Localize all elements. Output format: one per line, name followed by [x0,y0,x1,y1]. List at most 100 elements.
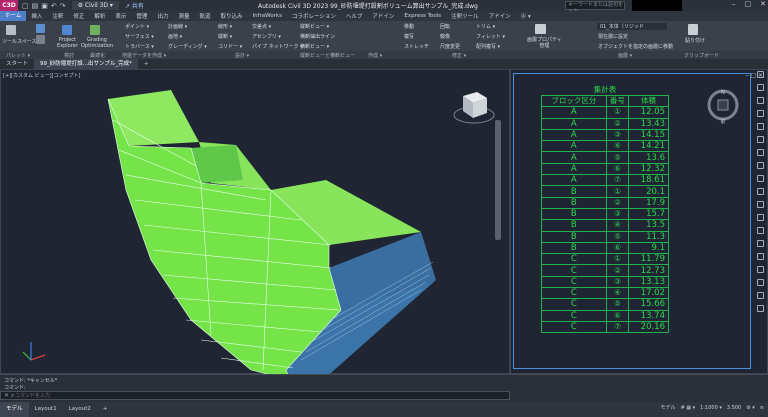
tab-output[interactable]: 出力 [152,12,173,20]
corridor-button[interactable]: コリドー ▾ [218,43,242,50]
tab-layout2[interactable]: Layout2 [63,402,97,417]
dimension-icon[interactable] [756,214,764,221]
tab-import[interactable]: 取り込み [215,12,247,20]
search-input[interactable]: キーワードまたは語句を入力 [565,1,625,15]
properties-icon[interactable] [756,149,764,156]
rotate-button[interactable]: 回転 [440,23,450,30]
snap-icon[interactable] [756,240,764,247]
orbit-icon[interactable] [756,110,764,117]
block-icon[interactable] [756,188,764,195]
workspace-selector[interactable]: ⚙ Civil 3D ▾ [71,1,119,10]
tab-help[interactable]: ヘルプ [341,12,368,20]
hatch-icon[interactable] [756,175,764,182]
tab-more[interactable]: Ⓐ ▾ [516,12,536,20]
surfaces-button[interactable]: サーフェス ▾ [125,33,154,40]
move-button[interactable]: 移動 [404,23,414,30]
draw-icon[interactable] [756,266,764,273]
erase-icon[interactable] [756,279,764,286]
tab-annotation-tools[interactable]: 注釈ツール [446,12,484,20]
full-nav-wheel-icon[interactable] [756,71,764,78]
new-tab-button[interactable]: + [138,59,155,69]
undo-icon[interactable]: ↶ [51,2,57,10]
parcel-button[interactable]: 画地 ▾ [168,33,182,40]
tab-view[interactable]: 表示 [110,12,131,20]
grading-button[interactable]: グレーディング ▾ [168,43,207,50]
layer-icon[interactable] [756,136,764,143]
tab-model[interactable]: モデル [0,402,29,417]
tab-addins-2[interactable]: アドイン [484,12,516,20]
project-explorer-button[interactable]: Project Explorer [57,37,78,49]
minimize-button[interactable]: – [732,0,736,8]
sample-lines-button[interactable]: 横断抽出ライン [300,33,335,40]
panel-layers[interactable]: 画層 ▾ [618,52,632,59]
left-viewport[interactable]: [+][カスタム ビュー][コンセプト] [0,69,510,375]
viewport-scrollbar[interactable] [495,120,501,240]
pan-icon[interactable] [756,84,764,91]
maximize-button[interactable]: □ [745,0,752,8]
points-button[interactable]: ポイント ▾ [125,23,149,30]
panel-create-design[interactable]: 設計 ▾ [235,52,249,59]
grid-toggle[interactable]: # ▦ ▾ [681,405,696,411]
command-input[interactable] [15,392,495,399]
copy-icon[interactable] [756,292,764,299]
elevation-value[interactable]: 3.500 [727,405,741,411]
panel-create-ground-data[interactable]: 地盤データを作成 ▾ [122,52,166,59]
settings-icon[interactable] [756,305,764,312]
copy-button[interactable]: 複写 [404,33,414,40]
array-button[interactable]: 配列複写 ▾ [476,43,500,50]
grid-icon[interactable] [756,253,764,260]
tab-layout1[interactable]: Layout1 [29,402,63,417]
tab-collaborate[interactable]: コラボレーション [287,12,341,20]
viewcube[interactable] [453,92,495,124]
settings-icon[interactable] [36,35,45,44]
panel-draw[interactable]: 作成 ▾ [368,52,382,59]
share-button[interactable]: ↗ 共有 [125,1,144,10]
set-current-layer-button[interactable]: 現在層に設定 [598,33,628,40]
paste-button[interactable]: 貼り付け [685,37,705,44]
profile-view-button[interactable]: 縦断ビュー ▾ [300,23,329,30]
stretch-button[interactable]: ストレッチ [404,43,429,50]
toolspace-button[interactable]: ツールスペース [2,38,36,45]
tab-insert[interactable]: 挿入 [26,12,47,20]
alignment-button[interactable]: 線形 ▾ [218,23,232,30]
tab-rail[interactable]: 軌道 [194,12,215,20]
open-folder-icon[interactable]: ▤ [32,2,39,10]
panel-palettes[interactable]: パレット ▾ [6,52,30,59]
save-icon[interactable]: ▣ [41,2,48,10]
customize-menu[interactable]: ≡ [760,405,764,411]
tab-express-tools[interactable]: Express Tools [399,13,446,19]
section-views-button[interactable]: 横断ビュー ▾ [300,43,329,50]
measure-icon[interactable] [756,162,764,169]
new-file-icon[interactable]: ▢ [22,2,29,10]
tab-survey[interactable]: 測量 [173,12,194,20]
layer-dropdown[interactable]: 01_本体（リジッド [597,23,667,30]
annotation-scale[interactable]: 1:1000 ▾ [700,405,722,411]
showmotion-icon[interactable] [756,123,764,130]
tab-addins[interactable]: アドイン [367,12,399,20]
intersection-button[interactable]: 交差点 ▾ [252,23,271,30]
text-icon[interactable] [756,201,764,208]
model-space-toggle[interactable]: モデル [661,404,676,411]
tab-analyze[interactable]: 解析 [89,12,110,20]
tab-modify[interactable]: 修正 [68,12,89,20]
palette-icon[interactable] [756,227,764,234]
prospector-icon[interactable] [36,24,45,33]
zoom-icon[interactable] [756,97,764,104]
mirror-button[interactable]: 鏡像 [440,33,450,40]
trim-button[interactable]: トリム ▾ [476,23,495,30]
grading-optimization-button[interactable]: Grading Optimization [81,37,113,49]
traverse-button[interactable]: トラバース ▾ [125,43,154,50]
fillet-button[interactable]: フィレット ▾ [476,33,505,40]
scale-button[interactable]: 尺度変更 [440,43,460,50]
workspace-switch[interactable]: ⚙ ▾ [746,405,755,411]
assembly-button[interactable]: アセンブリ ▾ [252,33,281,40]
feature-line-button[interactable]: 計画線 ▾ [168,23,187,30]
tab-start[interactable]: スタート [0,59,34,69]
add-layout-button[interactable]: + [97,402,114,417]
panel-modify[interactable]: 修正 ▾ [452,52,466,59]
layer-properties-button[interactable]: 画層プロパティ 管理 [527,37,562,49]
redo-icon[interactable]: ↷ [60,2,66,10]
tab-annotate[interactable]: 注釈 [47,12,68,20]
tab-infraworks[interactable]: InfraWorks [248,13,287,19]
tab-home[interactable]: ホーム [0,11,27,21]
